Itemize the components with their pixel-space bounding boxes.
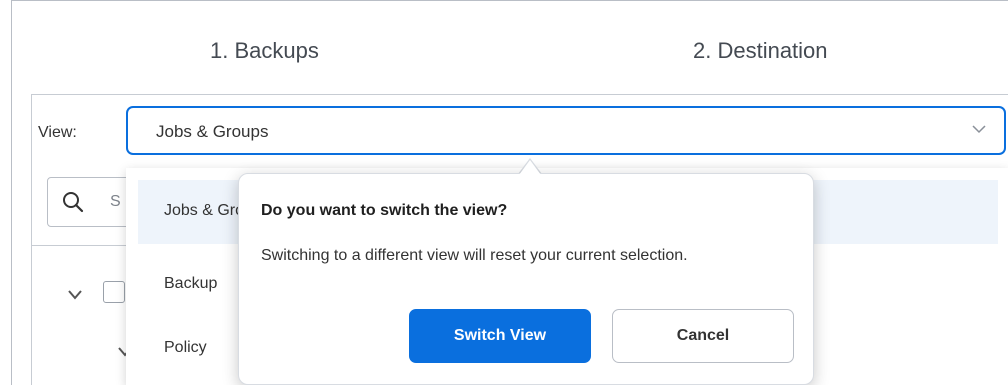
search-placeholder: S (110, 193, 121, 210)
view-select-value: Jobs & Groups (156, 122, 269, 141)
tree-checkbox[interactable] (103, 281, 125, 303)
chevron-down-icon[interactable] (68, 290, 82, 300)
search-input[interactable]: S (47, 177, 137, 227)
panel-border (31, 94, 32, 385)
view-select[interactable]: Jobs & Groups (126, 106, 1006, 155)
switch-view-dialog: Do you want to switch the view? Switchin… (238, 173, 814, 385)
step-destination[interactable]: 2. Destination (693, 38, 828, 64)
switch-view-button[interactable]: Switch View (409, 309, 591, 363)
cancel-button[interactable]: Cancel (612, 309, 794, 363)
search-icon (63, 192, 84, 213)
view-label: View: (38, 124, 77, 141)
popover-caret-fill (519, 160, 541, 175)
chevron-down-icon (972, 125, 986, 134)
dropdown-item-label: Backup (164, 275, 218, 292)
step-backups[interactable]: 1. Backups (210, 38, 319, 64)
divider (32, 245, 126, 246)
dropdown-item-label: Policy (164, 339, 207, 356)
dialog-title: Do you want to switch the view? (261, 202, 508, 219)
divider (31, 94, 1008, 95)
dialog-message: Switching to a different view will reset… (261, 247, 688, 264)
